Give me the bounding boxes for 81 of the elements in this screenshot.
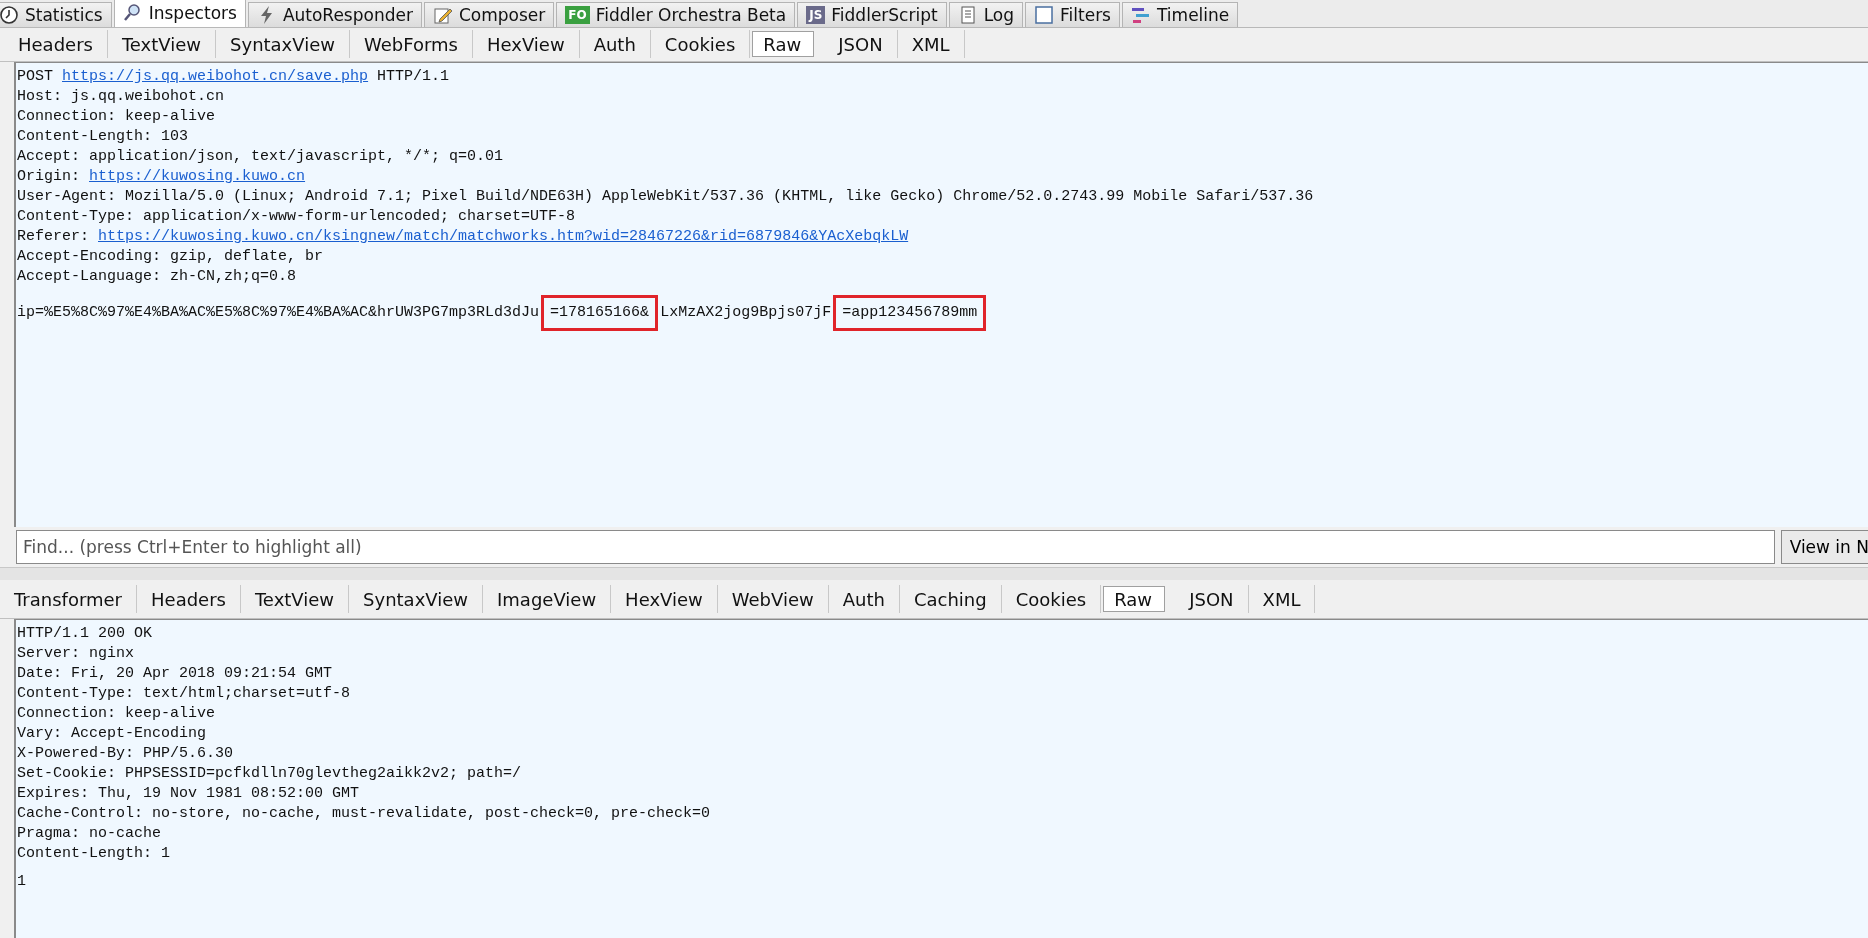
inspector-tab[interactable]: XML (1248, 585, 1316, 614)
url-link[interactable]: https://js.qq.weibohot.cn/save.php (62, 67, 369, 85)
tab-label: Log (983, 4, 1014, 25)
raw-text: Expires: Thu, 19 Nov 1981 08:52:00 GMT (17, 784, 360, 802)
inspector-tab[interactable]: Headers (4, 30, 108, 59)
inspector-tab[interactable]: Raw (752, 31, 815, 58)
raw-text: Pragma: no-cache (17, 824, 162, 842)
raw-text: LxMzAX2jog9Bpjs07jF (660, 302, 832, 323)
raw-text: ip=%E5%8C%97%E4%BA%AC%E5%8C%97%E4%BA%AC&hrUW3PG7mp3RLd3dJu (17, 302, 540, 323)
checkbox-icon (1034, 4, 1054, 25)
inspector-tab[interactable]: Auth (828, 585, 900, 614)
raw-text: Accept: application/json, text/javascript, */*; q=0.01 (17, 147, 504, 165)
tab-label: Inspectors (148, 3, 237, 23)
tab-label: FiddlerScript (831, 4, 938, 25)
inspector-tab[interactable]: Headers (137, 585, 241, 614)
splitter-bar[interactable] (0, 566, 1868, 581)
raw-text: Origin: (17, 167, 81, 185)
raw-text: Content-Type: text/html;charset=utf-8 (17, 684, 351, 702)
raw-text: Accept-Encoding: gzip, deflate, br (17, 247, 324, 265)
main-tab[interactable]: JS FiddlerScript (797, 1, 947, 27)
raw-text: Content-Type: application/x-www-form-urlencoded; charset=UTF-8 (17, 207, 576, 225)
view-in-button[interactable]: View in N (1780, 530, 1868, 565)
main-tab[interactable]: Inspectors (113, 0, 246, 27)
raw-text: Vary: Accept-Encoding (17, 724, 207, 742)
raw-text: Cache-Control: no-store, no-cache, must-revalidate, post-check=0, pre-check=0 (17, 804, 711, 822)
highlighted-value: =app123456789mm (833, 294, 987, 331)
tab-label: Fiddler Orchestra Beta (595, 4, 787, 25)
url-link[interactable]: https://kuwosing.kuwo.cn/ksingnew/match/matchworks.htm?wid=28467226&rid=6879846&YAcXebqkLW (98, 227, 909, 245)
clock-icon (0, 4, 19, 25)
inspector-tab[interactable]: HexView (611, 585, 718, 614)
inspector-tab[interactable]: Raw (1103, 586, 1166, 613)
raw-text: 1 (17, 872, 26, 890)
inspector-tab[interactable]: SyntaxView (216, 30, 350, 59)
raw-text: User-Agent: Mozilla/5.0 (Linux; Android 7.1; Pixel Build/NDE63H) AppleWebKit/537.36 (KHTML, like Gecko) Chrome/52.0.2743.99 Mobile Safari/537.36 (17, 187, 1314, 205)
main-tab[interactable]: Statistics (0, 1, 112, 27)
inspector-tab[interactable]: TextView (240, 585, 350, 614)
inspector-tab[interactable]: WebForms (350, 30, 473, 59)
inspector-tab[interactable]: WebView (717, 585, 829, 614)
inspector-tab[interactable]: Cookies (650, 30, 751, 59)
raw-text: Server: nginx (17, 644, 135, 662)
find-field[interactable]: Find... (press Ctrl+Enter to highlight all) (16, 530, 1775, 565)
main-tab[interactable]: Timeline (1122, 1, 1239, 27)
raw-text: HTTP/1.1 200 OK (17, 624, 153, 642)
raw-text: Content-Length: 1 (17, 844, 171, 862)
inspector-tab[interactable]: TextView (107, 30, 217, 59)
tab-label: Filters (1060, 4, 1111, 25)
main-tab[interactable]: FO Fiddler Orchestra Beta (556, 1, 796, 27)
raw-text: Date: Fri, 20 Apr 2018 09:21:54 GMT (17, 664, 333, 682)
orchestra-badge: FO (565, 5, 590, 24)
script-badge: JS (806, 5, 826, 24)
inspector-tab[interactable]: Auth (579, 30, 651, 59)
raw-text: HTTP/1.1 (376, 67, 450, 85)
inspector-tab[interactable]: Caching (899, 585, 1002, 614)
raw-text: Referer: (17, 227, 90, 245)
raw-text: Accept-Language: zh-CN,zh;q=0.8 (17, 267, 297, 285)
tab-label: Statistics (25, 4, 103, 25)
inspector-tab[interactable]: Transformer (0, 585, 137, 614)
url-link[interactable]: https://kuwosing.kuwo.cn (89, 167, 306, 185)
raw-text: POST (17, 67, 54, 85)
inspector-tab[interactable]: JSON (824, 30, 898, 59)
main-tab[interactable]: Composer (423, 1, 555, 27)
inspector-tab[interactable]: ImageView (483, 585, 612, 614)
tab-label: AutoResponder (282, 4, 413, 25)
highlighted-value: =178165166& (541, 294, 659, 331)
tab-label: Composer (458, 4, 546, 25)
raw-text: Set-Cookie: PHPSESSID=pcfkdlln70glevtheg2aikk2v2; path=/ (17, 764, 522, 782)
inspector-tab[interactable]: SyntaxView (349, 585, 483, 614)
main-tab[interactable]: Filters (1025, 1, 1120, 27)
inspector-tab[interactable]: HexView (472, 30, 580, 59)
inspector-tab[interactable]: XML (897, 30, 965, 59)
raw-text: Connection: keep-alive (17, 704, 216, 722)
inspector-tab[interactable]: JSON (1175, 585, 1249, 614)
main-tab[interactable]: AutoResponder (247, 1, 422, 27)
inspector-tab[interactable]: Cookies (1001, 585, 1102, 614)
raw-text: X-Powered-By: PHP/5.6.30 (17, 744, 234, 762)
main-tab[interactable]: Log (948, 1, 1023, 27)
magnifier-icon (122, 3, 143, 23)
raw-text: Connection: keep-alive (17, 107, 216, 125)
tab-label: Timeline (1157, 4, 1230, 25)
raw-text: Host: js.qq.weibohot.cn (17, 87, 225, 105)
raw-text: Content-Length: 103 (17, 127, 189, 145)
